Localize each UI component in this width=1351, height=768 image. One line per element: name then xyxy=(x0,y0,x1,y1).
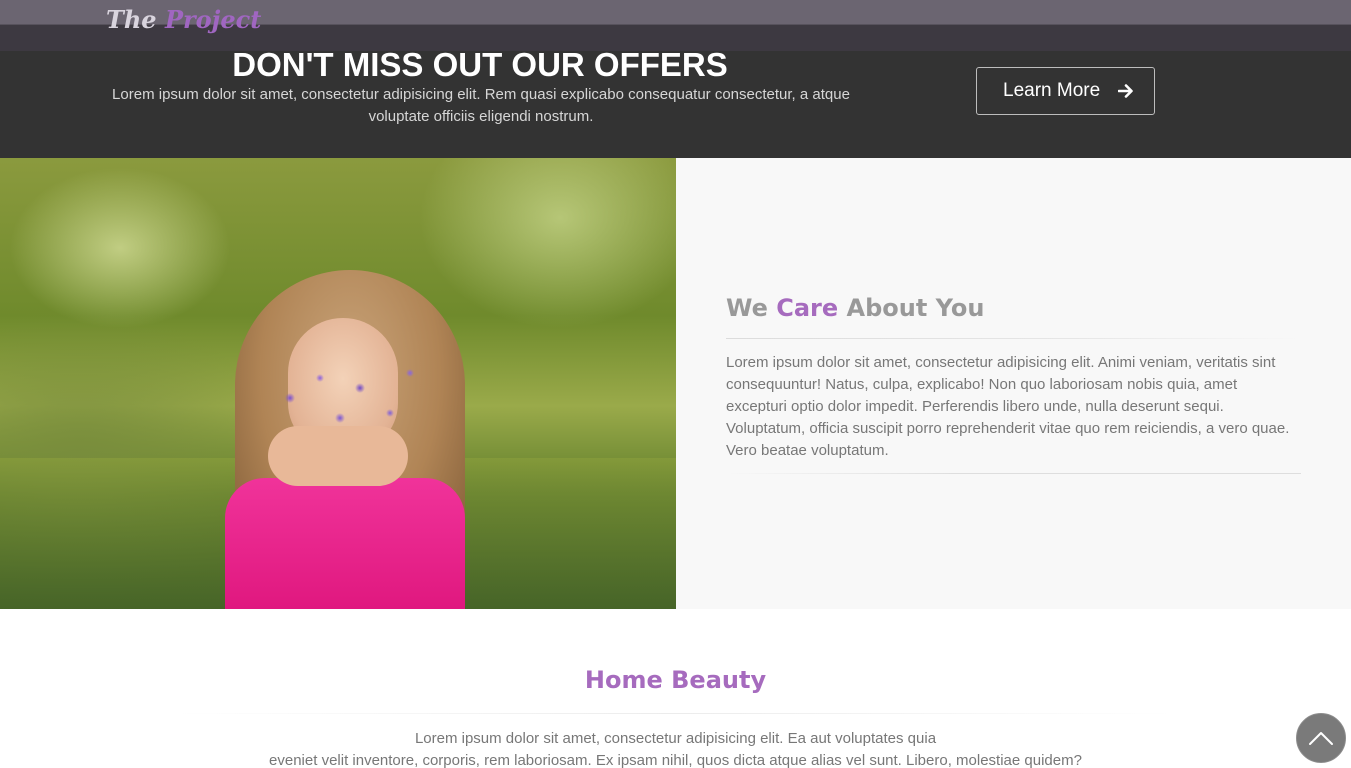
care-title-pre: We xyxy=(726,294,777,322)
learn-more-label: Learn More xyxy=(1003,80,1101,101)
offer-text: Lorem ipsum dolor sit amet, consectetur … xyxy=(112,86,850,125)
home-beauty-line-2: eveniet velit inventore, corporis, rem l… xyxy=(269,752,1082,768)
care-title-accent: Care xyxy=(776,294,839,322)
logo-the: The xyxy=(106,5,157,34)
photo-pink-top xyxy=(225,478,465,609)
home-beauty-title: Home Beauty xyxy=(584,666,767,694)
home-beauty-line-1: Lorem ipsum dolor sit amet, consectetur … xyxy=(414,730,937,747)
scroll-to-top-button[interactable] xyxy=(1296,713,1346,763)
offer-title: DON'T MISS OUT OUR OFFERS xyxy=(232,46,728,83)
site-logo[interactable]: The Project xyxy=(106,2,261,38)
care-title: We Care About You xyxy=(726,294,984,322)
care-divider-bottom xyxy=(726,473,1301,474)
home-beauty-divider xyxy=(175,713,1175,714)
care-divider-top xyxy=(726,338,1301,339)
photo-petals xyxy=(270,358,430,448)
care-text: Lorem ipsum dolor sit amet, consectetur … xyxy=(726,354,1290,459)
feature-photo xyxy=(0,158,676,609)
logo-project: Project xyxy=(164,5,262,34)
home-beauty-text: Lorem ipsum dolor sit amet, consectetur … xyxy=(0,728,1351,768)
chevron-up-icon xyxy=(1309,732,1333,745)
care-title-post: About You xyxy=(838,294,985,322)
learn-more-button[interactable]: Learn More xyxy=(976,67,1155,115)
arrow-right-icon xyxy=(1117,83,1134,99)
